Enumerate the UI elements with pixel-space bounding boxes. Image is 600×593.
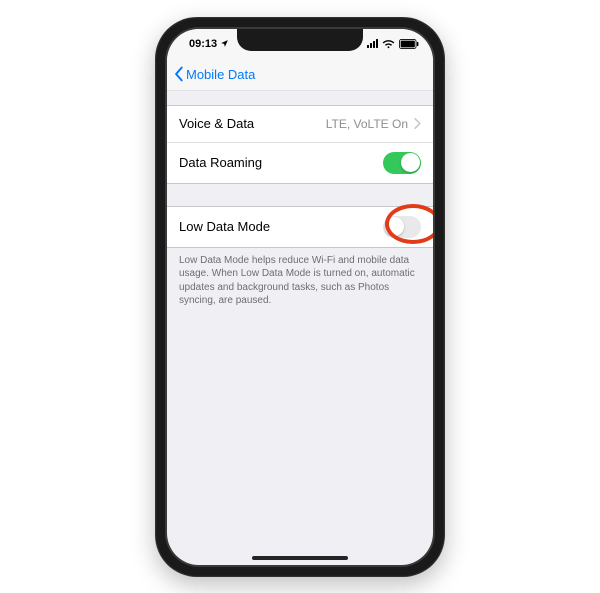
home-indicator[interactable]	[252, 556, 348, 560]
battery-icon	[399, 39, 419, 49]
back-button[interactable]: Mobile Data	[173, 66, 255, 82]
toggle-knob	[385, 217, 404, 236]
location-icon	[220, 39, 229, 48]
low-data-mode-toggle[interactable]	[383, 216, 421, 238]
status-left: 09:13	[189, 38, 229, 50]
cellular-icon	[367, 39, 378, 48]
voice-and-data-label: Voice & Data	[179, 116, 254, 131]
settings-group-1: Voice & Data LTE, VoLTE On Data Roaming	[167, 105, 433, 184]
data-roaming-label: Data Roaming	[179, 155, 262, 170]
voice-and-data-row[interactable]: Voice & Data LTE, VoLTE On	[167, 106, 433, 142]
settings-content: Voice & Data LTE, VoLTE On Data Roaming	[167, 91, 433, 308]
nav-bar: Mobile Data	[167, 59, 433, 91]
chevron-left-icon	[173, 66, 184, 82]
screen: 09:13	[167, 29, 433, 565]
status-right	[367, 39, 419, 49]
voice-and-data-value: LTE, VoLTE On	[326, 117, 408, 131]
status-time: 09:13	[189, 38, 217, 50]
chevron-right-icon	[414, 118, 421, 129]
wifi-icon	[382, 39, 395, 49]
phone-frame: 09:13	[155, 17, 445, 577]
phone-bezel: 09:13	[165, 27, 435, 567]
data-roaming-row: Data Roaming	[167, 142, 433, 183]
low-data-mode-label: Low Data Mode	[179, 219, 270, 234]
low-data-mode-row: Low Data Mode	[167, 207, 433, 247]
notch	[237, 29, 363, 51]
low-data-mode-footer: Low Data Mode helps reduce Wi-Fi and mob…	[167, 248, 433, 308]
voice-and-data-value-wrap: LTE, VoLTE On	[326, 117, 421, 131]
back-label: Mobile Data	[186, 67, 255, 82]
settings-group-2: Low Data Mode	[167, 206, 433, 248]
data-roaming-toggle[interactable]	[383, 152, 421, 174]
toggle-knob	[401, 153, 420, 172]
